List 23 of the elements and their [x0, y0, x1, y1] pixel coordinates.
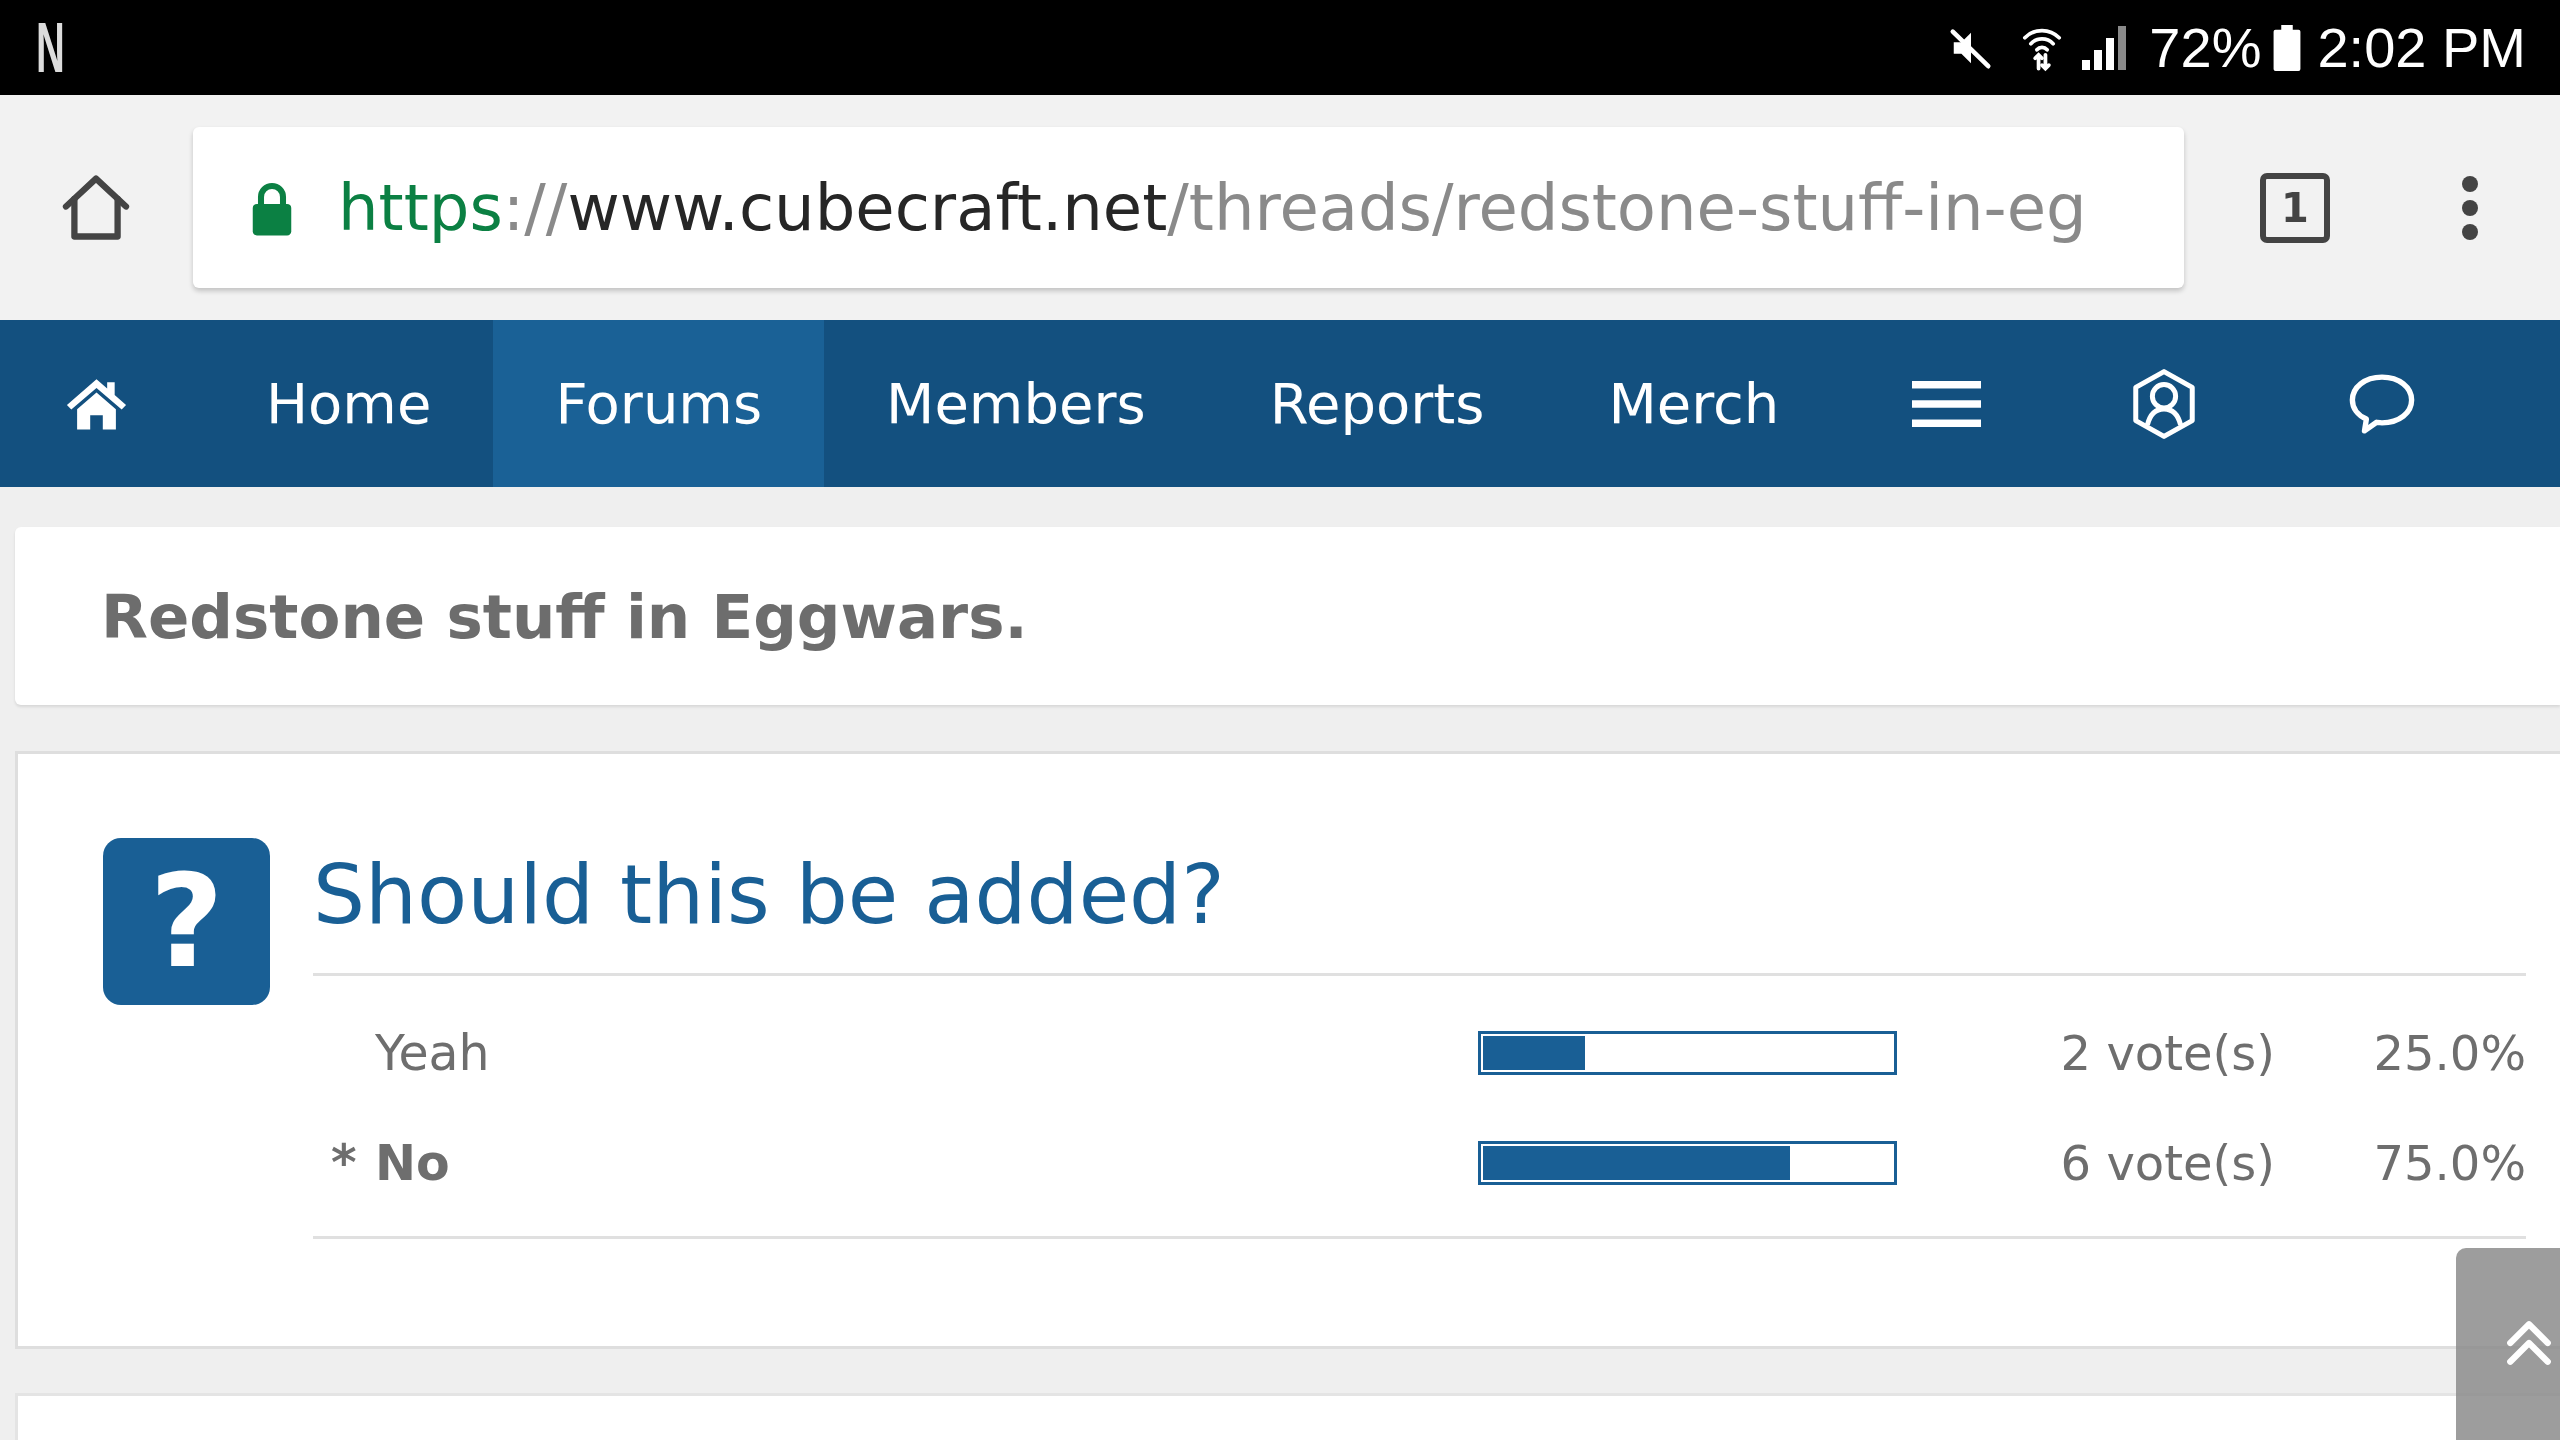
- vote-marker: *: [331, 1138, 357, 1188]
- vote-count: 2 vote(s): [2060, 1029, 2275, 1078]
- nav-link[interactable]: Home: [204, 320, 494, 487]
- battery-icon: [2273, 24, 2302, 71]
- option-label: Yeah: [375, 1028, 490, 1078]
- battery-percent: 72%: [2149, 19, 2262, 76]
- nav-link[interactable]: Merch: [1546, 320, 1842, 487]
- vote-percent: 75.0%: [2373, 1139, 2526, 1188]
- vote-percent: 25.0%: [2373, 1029, 2526, 1078]
- scroll-top-button[interactable]: [2456, 1248, 2560, 1440]
- question-mark-icon: ?: [103, 838, 270, 1005]
- menu-icon[interactable]: [1912, 380, 1982, 427]
- home-icon[interactable]: [65, 376, 128, 431]
- nav-link[interactable]: Reports: [1207, 320, 1547, 487]
- option-label: No: [375, 1138, 450, 1188]
- poll-question: Should this be added?: [313, 846, 1226, 944]
- address-bar[interactable]: https://www.cubecraft.net/threads/redstone-stuff-in-eg: [193, 127, 2184, 288]
- clock-time: 2:02 PM: [2317, 19, 2526, 76]
- more-menu-icon[interactable]: [2462, 175, 2478, 240]
- vote-count: 6 vote(s): [2060, 1139, 2275, 1188]
- nav-link[interactable]: Members: [824, 320, 1208, 487]
- tab-switcher-button[interactable]: 1: [2260, 172, 2330, 243]
- nav-link[interactable]: Forums: [493, 320, 825, 487]
